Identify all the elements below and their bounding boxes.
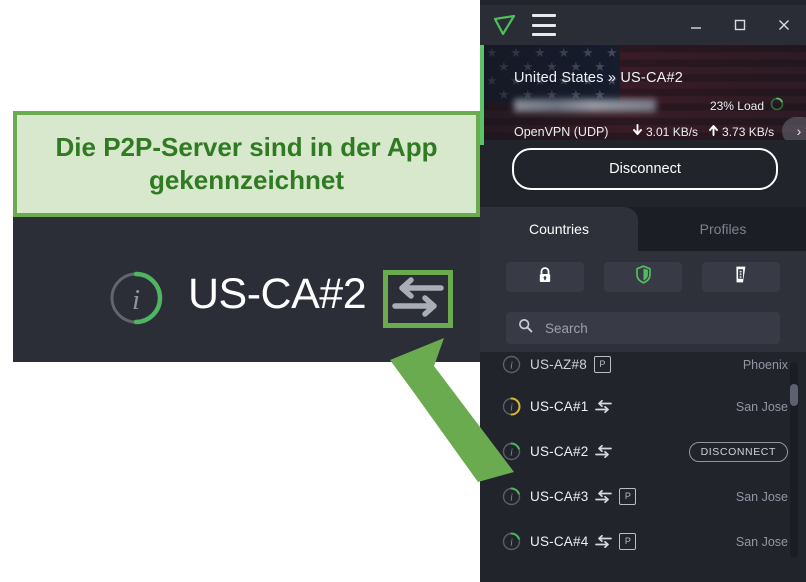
p2p-arrows-icon: [392, 276, 444, 322]
server-location: Phoenix: [742, 357, 788, 372]
info-icon: i: [108, 270, 164, 331]
tab-countries[interactable]: Countries: [480, 207, 638, 251]
load-ring-icon: [770, 97, 784, 114]
port-forward-badge: P: [619, 488, 637, 505]
ip-address-blurred: [514, 99, 656, 112]
tab-bar: Countries Profiles: [480, 207, 806, 251]
load-ring-icon: i: [502, 532, 521, 551]
list-scrollbar[interactable]: [790, 362, 798, 558]
lock-icon: [537, 266, 553, 289]
server-name: US-CA#3: [530, 489, 589, 504]
server-load-label: 23% Load: [709, 98, 764, 113]
filter-icon-row: [480, 251, 806, 303]
download-speed: 3.01 KB/s: [632, 124, 698, 139]
window-titlebar: [480, 5, 806, 45]
p2p-arrows-icon: [595, 400, 613, 413]
p2p-arrows-icon: [595, 535, 613, 548]
server-list[interactable]: i US-AZ#8 P Phoenix i US-CA#1 San Jose i…: [480, 352, 806, 572]
list-item[interactable]: i US-CA#4 P San Jose: [480, 519, 806, 564]
arrow-up-icon: [708, 124, 719, 139]
server-load: 23% Load: [710, 97, 784, 114]
row-disconnect-button[interactable]: DISCONNECT: [688, 441, 788, 462]
p2p-arrows-icon: [595, 445, 613, 458]
scrollbar-thumb[interactable]: [790, 384, 798, 406]
load-ring-icon: i: [502, 487, 521, 506]
server-location: San Jose: [735, 534, 788, 549]
list-item[interactable]: i US-AZ#8 P Phoenix: [480, 352, 806, 387]
server-location: San Jose: [735, 489, 788, 504]
upload-speed: 3.73 KB/s: [708, 124, 774, 139]
svg-text:i: i: [132, 284, 140, 316]
vpn-logo-icon: [492, 12, 518, 38]
connected-server-title: United States » US-CA#2: [514, 70, 684, 86]
svg-text:i: i: [510, 492, 513, 503]
upload-speed-value: 3.73 KB/s: [722, 124, 775, 139]
protocol-row: OpenVPN (UDP) 3.01 KB/s 3.73 KB/s: [514, 124, 784, 139]
zoomed-server-name: US-CA#2: [188, 270, 367, 318]
lock-icon-button[interactable]: [506, 262, 584, 292]
server-name: US-CA#2: [530, 444, 589, 459]
server-name: US-CA#1: [530, 399, 589, 414]
port-forward-badge: P: [593, 356, 611, 373]
server-name: US-CA#4: [530, 534, 589, 549]
window-controls: [674, 5, 806, 45]
load-ring-icon: i: [502, 442, 521, 461]
p2p-arrows-icon: [595, 490, 613, 503]
vpn-app-window: ★★★★★★ ★★★★★ ★★★★★★ ★★★★★ United States …: [480, 0, 806, 582]
search-icon: [518, 318, 533, 338]
search-box[interactable]: [506, 312, 780, 344]
server-location: San Jose: [735, 399, 788, 414]
protocol-label: OpenVPN (UDP): [514, 124, 609, 139]
streaming-icon-button[interactable]: [702, 262, 780, 292]
server-name: US-AZ#8: [530, 357, 587, 372]
annotation-note-box: Die P2P-Server sind in der App gekennzei…: [13, 111, 480, 217]
port-forward-badge: P: [619, 533, 637, 550]
close-icon[interactable]: [762, 5, 806, 45]
streaming-icon: [734, 265, 748, 289]
tab-profiles[interactable]: Profiles: [640, 207, 806, 251]
search-input[interactable]: [543, 319, 768, 337]
search-area: [480, 303, 806, 355]
list-item[interactable]: i US-CA#1 San Jose: [480, 384, 806, 429]
list-item[interactable]: i US-CA#2 DISCONNECT: [480, 429, 806, 474]
shield-icon: [635, 265, 652, 289]
svg-text:i: i: [510, 360, 513, 371]
connected-indicator-bar: [480, 45, 484, 145]
minimize-icon[interactable]: [674, 5, 718, 45]
load-ring-icon: i: [502, 397, 521, 416]
svg-text:i: i: [510, 537, 513, 548]
list-item[interactable]: i US-CA#3 P San Jose: [480, 474, 806, 519]
shield-icon-button[interactable]: [604, 262, 682, 292]
load-ring-icon: i: [502, 355, 521, 374]
annotation-note-text: Die P2P-Server sind in der App gekennzei…: [55, 131, 438, 195]
disconnect-button[interactable]: Disconnect: [512, 148, 778, 190]
svg-text:i: i: [510, 402, 513, 413]
hamburger-menu-icon[interactable]: [532, 14, 556, 36]
svg-text:i: i: [510, 447, 513, 458]
chevron-right-icon[interactable]: ›: [782, 117, 806, 140]
connection-banner: ★★★★★★ ★★★★★ ★★★★★★ ★★★★★ United States …: [480, 45, 806, 140]
zoomed-server-row: i US-CA#2: [13, 252, 480, 332]
p2p-highlight-box: [383, 270, 453, 328]
maximize-icon[interactable]: [718, 5, 762, 45]
arrow-down-icon: [632, 124, 643, 139]
download-speed-value: 3.01 KB/s: [646, 124, 699, 139]
